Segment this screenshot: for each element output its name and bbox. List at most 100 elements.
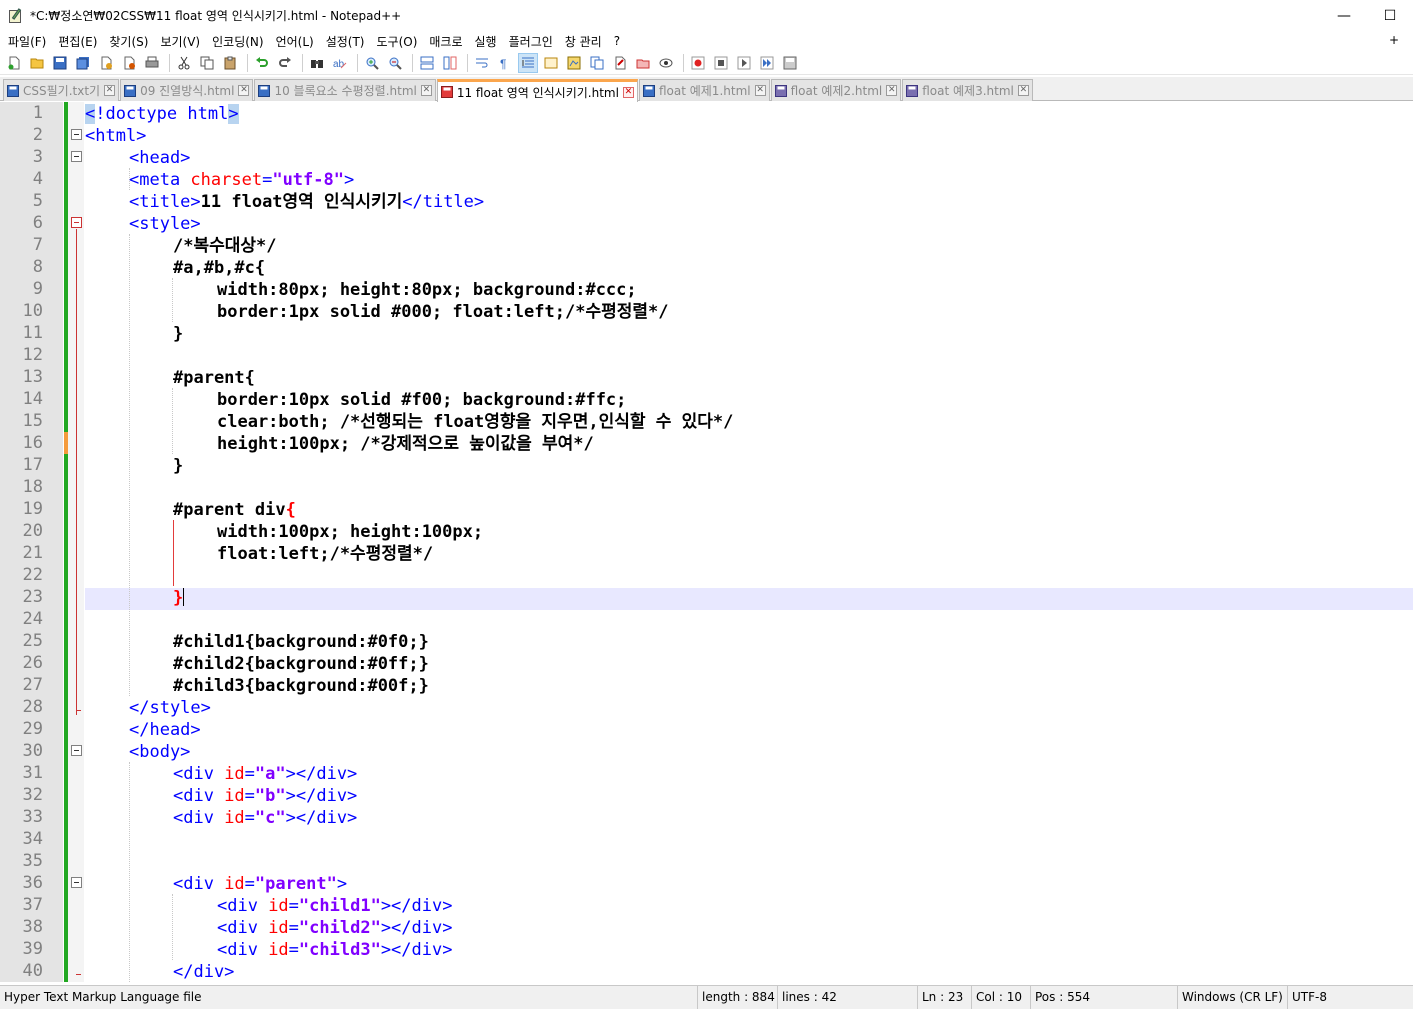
zoom-in-button[interactable] xyxy=(362,53,382,73)
css-selector: #parent{ xyxy=(173,368,255,388)
menu-edit[interactable]: 편집(E) xyxy=(52,33,103,50)
cut-button[interactable] xyxy=(174,53,194,73)
code-line-36: <div id="parent"> xyxy=(173,873,347,895)
menu-view[interactable]: 보기(V) xyxy=(154,33,206,50)
menu-settings[interactable]: 설정(T) xyxy=(320,33,371,50)
menu-encoding[interactable]: 인코딩(N) xyxy=(206,33,269,50)
code-line-25: #child1{background:#0f0;} xyxy=(173,631,429,653)
tab-float-area-active[interactable]: 11 float 영역 인식시키기.html ✕ xyxy=(436,79,638,102)
code-line-6: <style> xyxy=(129,213,201,235)
folder-open-icon xyxy=(30,58,44,68)
menu-search[interactable]: 찾기(S) xyxy=(103,33,154,50)
close-tab-icon[interactable]: ✕ xyxy=(1017,85,1029,96)
run-macro-multiple-button[interactable] xyxy=(757,53,777,73)
print-button[interactable] xyxy=(142,53,162,73)
redo-button[interactable] xyxy=(275,53,295,73)
doctype-open-bracket: < xyxy=(85,104,96,124)
code-line-1: <!doctype html> xyxy=(85,103,239,125)
css-declaration: border:10px solid #f00; background:#ffc; xyxy=(217,390,627,410)
status-encoding[interactable]: UTF-8 xyxy=(1287,986,1413,1009)
sync-horizontal-button[interactable] xyxy=(440,53,460,73)
stop-macro-button[interactable] xyxy=(711,53,731,73)
close-tab-icon[interactable]: ✕ xyxy=(754,85,766,96)
show-all-chars-button[interactable]: ¶ xyxy=(495,53,515,73)
close-tab-icon[interactable]: ✕ xyxy=(622,86,634,98)
code-line-19: #parent div{ xyxy=(173,499,296,521)
replace-button[interactable]: ab xyxy=(330,53,350,73)
add-menu-plus[interactable]: + xyxy=(1389,33,1399,47)
sync-vertical-button[interactable] xyxy=(417,53,437,73)
copy-button[interactable] xyxy=(197,53,217,73)
tab-label: 09 진열방식.html xyxy=(140,84,235,98)
menu-file[interactable]: 파일(F) xyxy=(2,33,52,50)
new-file-button[interactable] xyxy=(4,53,24,73)
save-all-icon xyxy=(76,56,89,69)
css-rule: #child1{background:#0f0;} xyxy=(173,632,429,652)
zoom-out-button[interactable] xyxy=(385,53,405,73)
minimize-button[interactable]: — xyxy=(1321,0,1367,31)
attribute-value: "child1" xyxy=(298,896,381,916)
open-file-button[interactable] xyxy=(27,53,47,73)
div-close-tag: </div> xyxy=(173,962,235,982)
menu-run[interactable]: 실행 xyxy=(469,33,503,50)
attribute-name: id xyxy=(268,896,289,916)
tab-css-notes[interactable]: CSS필기.txt기 ✕ xyxy=(3,79,120,101)
menu-language[interactable]: 언어(L) xyxy=(270,33,320,50)
menu-plugins[interactable]: 플러그인 xyxy=(503,33,559,50)
word-wrap-button[interactable] xyxy=(472,53,492,73)
status-eol-format[interactable]: Windows (CR LF) xyxy=(1177,986,1287,1009)
equals: = xyxy=(288,896,299,916)
toolbar-separator xyxy=(467,53,468,72)
monitoring-button[interactable] xyxy=(633,53,653,73)
attribute-value: "parent" xyxy=(254,874,337,894)
attribute-value: "c" xyxy=(254,808,286,828)
menu-help[interactable]: ? xyxy=(608,34,626,48)
line-number: 9 xyxy=(32,279,43,299)
function-list-button[interactable] xyxy=(587,53,607,73)
menu-tools[interactable]: 도구(O) xyxy=(371,33,424,50)
tab-float-example-2[interactable]: float 예제2.html ✕ xyxy=(770,79,902,101)
save-button[interactable] xyxy=(50,53,70,73)
line-number: 2 xyxy=(32,125,43,145)
close-button[interactable] xyxy=(96,53,116,73)
menu-window[interactable]: 창 관리 xyxy=(559,33,608,50)
div-tag: <div xyxy=(217,896,269,916)
close-tab-icon[interactable]: ✕ xyxy=(104,85,116,96)
close-all-button[interactable] xyxy=(119,53,139,73)
close-tab-icon[interactable]: ✕ xyxy=(420,85,432,96)
tab-float-example-3[interactable]: float 예제3.html ✕ xyxy=(902,79,1033,101)
code-editor[interactable]: 1 2 3 4 5 6 7 8 9 10 11 12 13 14 15 16 1… xyxy=(0,102,1413,982)
record-macro-button[interactable] xyxy=(688,53,708,73)
indent-guide-button[interactable] xyxy=(518,52,538,73)
paste-button[interactable] xyxy=(220,53,240,73)
doc-map-button[interactable] xyxy=(564,53,584,73)
close-tab-icon[interactable]: ✕ xyxy=(886,85,898,96)
preview-button[interactable] xyxy=(656,53,676,73)
code-line-7: /*복수대상*/ xyxy=(173,235,277,257)
code-line-30: <body> xyxy=(129,741,190,763)
play-macro-button[interactable] xyxy=(734,53,754,73)
tab-display-method[interactable]: 09 진열방식.html ✕ xyxy=(120,79,254,101)
tab-block-horizontal-align[interactable]: 10 블록요소 수평정렬.html ✕ xyxy=(254,79,436,101)
indent-guide-icon xyxy=(522,57,534,67)
code-line-40: </div> xyxy=(173,961,234,982)
toolbar-separator xyxy=(357,53,358,72)
line-number: 24 xyxy=(22,609,43,629)
maximize-button[interactable]: ☐ xyxy=(1367,0,1413,31)
line-number: 33 xyxy=(22,807,43,827)
menu-macro[interactable]: 매크로 xyxy=(423,33,468,50)
paste-icon xyxy=(224,56,236,69)
tab-label: 11 float 영역 인식시키기.html xyxy=(456,85,619,100)
save-icon xyxy=(53,56,67,69)
tab-float-example-1[interactable]: float 예제1.html ✕ xyxy=(638,79,770,101)
line-number: 11 xyxy=(22,323,43,343)
close-tab-icon[interactable]: ✕ xyxy=(238,85,250,96)
user-lang-button[interactable] xyxy=(541,53,561,73)
find-button[interactable] xyxy=(307,53,327,73)
undo-button[interactable] xyxy=(252,53,272,73)
saved-file-icon xyxy=(642,84,655,97)
save-macro-button[interactable] xyxy=(780,53,800,73)
tag-close: ></div> xyxy=(380,940,453,960)
folder-workspace-button[interactable] xyxy=(610,53,630,73)
save-all-button[interactable] xyxy=(73,53,93,73)
